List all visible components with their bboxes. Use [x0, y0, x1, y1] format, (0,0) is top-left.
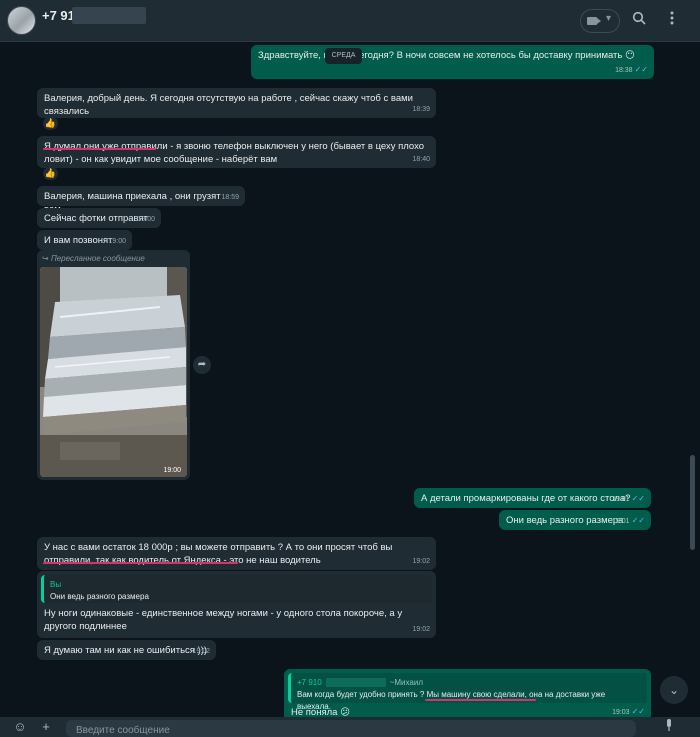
share-forward-icon[interactable]: ➦	[193, 356, 211, 374]
message-text: А детали промаркированы где от какого ст…	[421, 493, 631, 504]
shipment-photo[interactable]: 19:00	[40, 267, 187, 477]
quote-author: Вы	[50, 580, 62, 589]
message-text: Ну ноги одинаковые - единственное между …	[44, 608, 403, 632]
video-call-button[interactable]: ▾	[580, 9, 620, 33]
chat-scrollbar[interactable]	[690, 455, 695, 550]
redacted-phone-mask	[72, 7, 146, 24]
message-text: Валерия, добрый день. Я сегодня отсутств…	[44, 93, 413, 117]
redacted-phone-mask	[325, 678, 386, 688]
message-text: Они ведь разного размера	[506, 515, 624, 526]
read-tick-icon: ✓✓	[631, 494, 645, 503]
message-incoming[interactable]: Валерия, машина приехала , они грузят ва…	[37, 186, 245, 215]
message-text: Сейчас фотки отправят	[44, 213, 148, 224]
contact-avatar[interactable]	[7, 6, 36, 35]
forwarded-label: ↪ Пересланное сообщение	[42, 254, 145, 263]
message-input-wrapper	[66, 720, 636, 737]
annotation-underline	[43, 148, 156, 150]
chevron-down-icon: ▾	[606, 13, 612, 24]
message-outgoing[interactable]: А детали промаркированы где от какого ст…	[414, 488, 651, 508]
message-time: 19:02	[192, 648, 210, 655]
photo-image	[40, 267, 187, 477]
chat-messages-area[interactable]: Здравствуйте, на вас сегодня? В ночи сов…	[0, 42, 700, 717]
emoji-icon[interactable]: ☺	[12, 719, 28, 735]
read-tick-icon: ✓✓	[631, 707, 645, 716]
read-tick-icon: ✓✓	[634, 65, 648, 74]
forwarded-photo-message[interactable]: ↪ Пересланное сообщение 19:00	[37, 250, 190, 480]
thumbs-up-reaction-icon[interactable]: 👍	[43, 117, 58, 130]
message-time: 19:02	[412, 626, 430, 633]
scroll-down-icon[interactable]: ⌄	[660, 676, 688, 704]
message-incoming-reply[interactable]: Вы Они ведь разного размера Ну ноги один…	[37, 571, 436, 638]
message-time: 18:59	[221, 194, 239, 201]
message-outgoing-reply[interactable]: +7 910 ~Михаил Вам когда будет удобно при…	[284, 669, 651, 717]
message-time: 18:38 ✓✓	[615, 65, 648, 74]
video-call-icon	[587, 17, 601, 25]
message-outgoing[interactable]: Они ведь разного размера 19:01 ✓✓	[499, 510, 651, 530]
annotation-underline	[43, 562, 238, 564]
message-time: 19:00	[137, 216, 155, 223]
message-time: 18:39	[412, 106, 430, 113]
message-time: 18:40	[412, 156, 430, 163]
message-time: 19:01 ✓✓	[612, 516, 645, 525]
message-text: Я думаю там ни как не ошибиться )))	[44, 645, 208, 656]
message-incoming[interactable]: Я думаю там ни как не ошибиться ))) 19:0…	[37, 640, 216, 660]
quote-text: Они ведь разного размера	[50, 592, 149, 601]
message-text: И вам позвонят	[44, 235, 113, 246]
message-text: Я думал они уже отправили - я звоню теле…	[44, 141, 425, 165]
message-outgoing[interactable]: Здравствуйте, на вас сегодня? В ночи сов…	[251, 45, 654, 79]
message-time: 19:01 ✓✓	[612, 494, 645, 503]
date-divider: СРЕДА	[325, 48, 362, 64]
message-incoming[interactable]: Валерия, добрый день. Я сегодня отсутств…	[37, 88, 436, 118]
message-incoming[interactable]: И вам позвонят 19:00	[37, 230, 132, 250]
message-time: 19:03 ✓✓	[612, 707, 645, 716]
message-incoming[interactable]: Я думал они уже отправили - я звоню теле…	[37, 136, 436, 168]
message-composer-bar: ☺ +	[0, 717, 700, 737]
thumbs-up-reaction-icon[interactable]: 👍	[43, 167, 58, 180]
message-time: 19:00	[108, 238, 126, 245]
search-icon[interactable]	[629, 11, 649, 31]
chat-header: +7 910 ▾	[0, 0, 700, 42]
message-input[interactable]	[66, 722, 636, 737]
message-incoming[interactable]: У нас с вами остаток 18 000р ; вы можете…	[37, 537, 436, 570]
annotation-underline	[425, 699, 536, 701]
message-time: 19:02	[412, 558, 430, 565]
read-tick-icon: ✓✓	[631, 516, 645, 525]
quoted-message[interactable]: Вы Они ведь разного размера	[41, 575, 432, 603]
message-time: 19:00	[163, 467, 181, 474]
message-text: Не поняла 😕	[291, 707, 350, 717]
message-text: Здравствуйте, на вас сегодня? В ночи сов…	[258, 50, 635, 61]
message-incoming[interactable]: Сейчас фотки отправят 19:00	[37, 208, 161, 228]
attach-plus-icon[interactable]: +	[38, 719, 54, 735]
quote-author: +7 910 ~Михаил	[297, 678, 424, 688]
more-options-icon[interactable]	[662, 11, 682, 31]
microphone-icon[interactable]	[661, 719, 677, 735]
